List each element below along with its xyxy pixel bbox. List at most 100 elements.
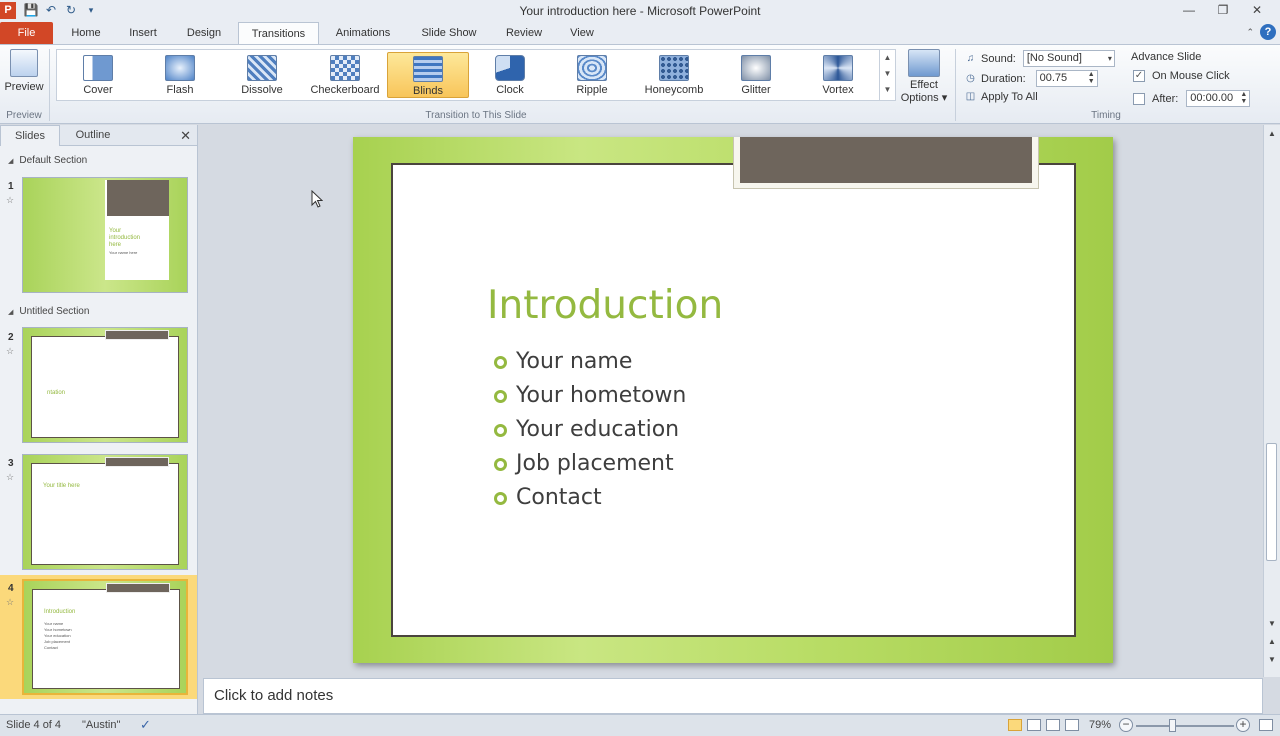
previous-slide-icon[interactable]: ▲ xyxy=(1264,635,1280,649)
tab-slide-show[interactable]: Slide Show xyxy=(412,22,486,44)
close-icon[interactable]: ✕ xyxy=(180,128,191,144)
slide-content-frame: Introduction Your name Your hometown You… xyxy=(391,163,1076,637)
preview-icon xyxy=(10,49,38,77)
after-checkbox[interactable] xyxy=(1133,92,1145,105)
zoom-level[interactable]: 79% xyxy=(1089,719,1111,731)
zoom-slider[interactable] xyxy=(1136,725,1234,727)
tab-outline[interactable]: Outline xyxy=(62,125,124,146)
zoom-in-icon[interactable]: + xyxy=(1236,718,1250,732)
transition-ripple[interactable]: Ripple xyxy=(551,52,633,98)
window-controls: — ❐ ✕ xyxy=(1172,1,1274,19)
checkerboard-icon xyxy=(330,55,360,81)
bullet-item: Contact xyxy=(494,481,686,515)
slide-number: 1 xyxy=(8,181,14,192)
zoom-out-icon[interactable]: − xyxy=(1119,718,1133,732)
section-default[interactable]: ◢ Default Section xyxy=(0,152,197,169)
effect-options-label-2-text: Options xyxy=(900,92,939,104)
next-slide-icon[interactable]: ▼ xyxy=(1264,653,1280,667)
duration-value: 00.75 xyxy=(1039,72,1068,84)
tab-transitions[interactable]: Transitions xyxy=(238,22,319,44)
advance-slide-title: Advance Slide xyxy=(1131,51,1201,63)
slide-thumbnail-4[interactable]: Introduction Your name Your hometown You… xyxy=(22,579,188,695)
slide-thumbnail-2[interactable]: ntation xyxy=(22,327,188,443)
transition-dissolve[interactable]: Dissolve xyxy=(221,52,303,98)
help-icon[interactable]: ? xyxy=(1260,24,1276,40)
thumb-title-line: here xyxy=(109,242,122,248)
minimize-ribbon-icon[interactable]: ⌃ xyxy=(1246,27,1254,38)
transition-cover[interactable]: Cover xyxy=(57,52,139,98)
spell-check-icon[interactable]: ✓ xyxy=(140,717,151,733)
transition-glitter[interactable]: Glitter xyxy=(715,52,797,98)
effect-options-icon xyxy=(908,49,940,77)
thumb-tab xyxy=(105,457,169,467)
zoom-slider-knob[interactable] xyxy=(1169,719,1176,732)
bullet-text: Your name xyxy=(516,349,633,374)
tab-slides[interactable]: Slides xyxy=(0,125,60,146)
spinner-icon[interactable]: ▲ ▼ xyxy=(1088,71,1095,85)
bullet-item: Job placement xyxy=(494,447,686,481)
tab-review[interactable]: Review xyxy=(496,22,552,44)
ribbon: Preview Preview Cover Flash Dissolve Che… xyxy=(0,44,1280,124)
sound-label: Sound: xyxy=(981,52,1016,65)
minimize-icon[interactable]: — xyxy=(1172,1,1206,19)
after-time-field[interactable]: 00:00.00 ▲ ▼ xyxy=(1186,90,1251,107)
restore-icon[interactable]: ❐ xyxy=(1206,1,1240,19)
reading-view-icon[interactable] xyxy=(1046,719,1060,731)
chevron-down-icon: ▾ xyxy=(1107,54,1112,63)
slide-show-icon[interactable] xyxy=(1065,719,1079,731)
tab-home[interactable]: Home xyxy=(62,22,110,44)
duration-field[interactable]: 00.75 ▲ ▼ xyxy=(1035,70,1098,87)
fit-to-window-icon[interactable] xyxy=(1259,719,1273,731)
apply-all-icon: ◫ xyxy=(965,91,976,102)
notes-placeholder: Click to add notes xyxy=(214,687,334,704)
transition-honeycomb[interactable]: Honeycomb xyxy=(633,52,715,98)
spinner-icon[interactable]: ▲ ▼ xyxy=(1240,91,1247,105)
transition-vortex[interactable]: Vortex xyxy=(797,52,879,98)
preview-button[interactable]: Preview xyxy=(2,49,46,93)
tab-view[interactable]: View xyxy=(560,22,604,44)
duration-label: Duration: xyxy=(981,72,1026,85)
vertical-scrollbar[interactable]: ▲ ▼ ▲ ▼ xyxy=(1263,125,1280,677)
transition-label: Ripple xyxy=(576,84,608,96)
close-icon[interactable]: ✕ xyxy=(1240,1,1274,19)
transition-star-icon: ☆ xyxy=(6,346,15,356)
section-label: Default Section xyxy=(19,155,88,166)
effect-options-label-1: Effect xyxy=(910,79,938,91)
collapse-triangle-icon: ◢ xyxy=(8,158,14,165)
slide-sorter-icon[interactable] xyxy=(1027,719,1041,731)
effect-options-button[interactable]: Effect Options ▾ xyxy=(900,49,948,104)
slide-title[interactable]: Introduction xyxy=(487,283,723,328)
on-mouse-click-checkbox[interactable]: ✓ xyxy=(1133,70,1145,82)
apply-all-button[interactable]: ◫ Apply To All xyxy=(964,90,1038,103)
sound-select[interactable]: [No Sound] ▾ xyxy=(1022,50,1115,67)
transition-label: Honeycomb xyxy=(644,84,704,96)
gallery-more-icon[interactable]: ▼ xyxy=(880,82,895,98)
honeycomb-icon xyxy=(659,55,689,81)
section-untitled[interactable]: ◢ Untitled Section xyxy=(0,303,197,320)
transition-clock[interactable]: Clock xyxy=(469,52,551,98)
thumb-title-line: Your xyxy=(109,228,122,234)
scroll-up-icon[interactable]: ▲ xyxy=(1264,127,1280,141)
tab-design[interactable]: Design xyxy=(178,22,230,44)
transition-blinds[interactable]: Blinds xyxy=(387,52,469,98)
slide-bullet-list[interactable]: Your name Your hometown Your education J… xyxy=(494,345,686,515)
gallery-down-icon[interactable]: ▼ xyxy=(880,66,895,82)
slide-thumbnail-3[interactable]: Your title here xyxy=(22,454,188,570)
scrollbar-thumb[interactable] xyxy=(1266,443,1277,561)
current-slide: Introduction Your name Your hometown You… xyxy=(353,137,1113,663)
transition-checkerboard[interactable]: Checkerboard xyxy=(303,52,387,98)
tab-animations[interactable]: Animations xyxy=(326,22,400,44)
slide-thumbnail-1[interactable]: Your introduction here Your name here xyxy=(22,177,188,293)
bullet-item: Your education xyxy=(494,413,686,447)
transition-flash[interactable]: Flash xyxy=(139,52,221,98)
gallery-up-icon[interactable]: ▲ xyxy=(880,50,895,66)
tab-file[interactable]: File xyxy=(0,22,53,44)
thumb-title-line: introduction xyxy=(109,235,141,241)
transition-label: Vortex xyxy=(822,84,854,96)
thumb-title: ntation xyxy=(47,390,66,396)
normal-view-icon[interactable] xyxy=(1008,719,1022,731)
tab-insert[interactable]: Insert xyxy=(118,22,168,44)
scroll-down-icon[interactable]: ▼ xyxy=(1264,617,1280,631)
thumb-subtitle: Your name here xyxy=(109,250,138,255)
notes-pane[interactable]: Click to add notes xyxy=(203,678,1263,714)
